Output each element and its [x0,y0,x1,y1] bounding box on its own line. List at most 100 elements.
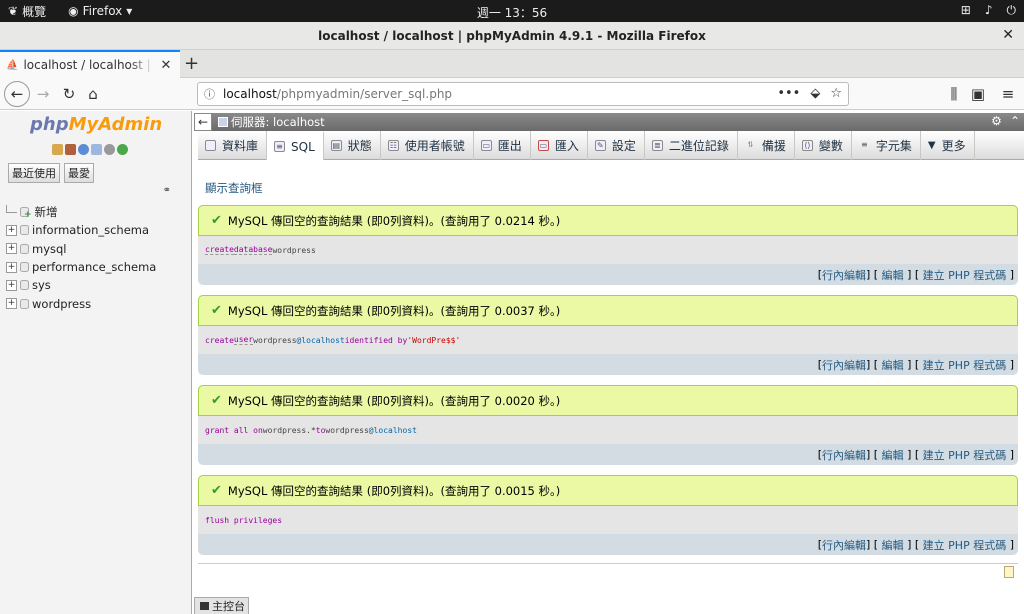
tab-variables[interactable]: ⟨⟩ 變數 [795,131,852,160]
menu-label: 變數 [818,139,843,153]
forward-button[interactable]: → [32,83,54,105]
tree-item-label[interactable]: wordpress [32,297,91,311]
page-notes-icon[interactable] [1004,566,1014,578]
browser-tab[interactable]: ⛵ localhost / localhost | phpMyAdmin 4.9… [0,50,180,78]
tree-item-label[interactable]: sys [32,278,51,292]
binlog-icon: ≣ [651,140,663,151]
logo-myadmin: MyAdmin [68,114,163,135]
tree-item-database[interactable]: + performance_schema [6,258,156,276]
tab-import[interactable]: ▭ 匯入 [531,131,588,160]
success-message: ✔ MySQL 傳回空的查詢結果 (即0列資料)。(查詢用了 0.0214 秒。) [198,205,1018,236]
inline-edit-link[interactable]: 行內編輯 [822,357,866,373]
back-button[interactable]: ← [4,81,30,107]
collapse-all-icon[interactable]: ⌃ [1010,114,1020,128]
help-icon[interactable] [78,144,89,155]
create-php-link[interactable]: 建立 PHP 程式碼 [923,267,1007,283]
edit-link[interactable]: 編輯 [882,357,904,373]
edit-link[interactable]: 編輯 [882,537,904,553]
tree-item-database[interactable]: + mysql [6,240,156,258]
tree-item-label[interactable]: information_schema [32,223,149,237]
tab-user-accounts[interactable]: ☷ 使用者帳號 [381,131,474,160]
menu-label: 二進位記錄 [668,139,729,153]
message-text: MySQL 傳回空的查詢結果 (即0列資料)。(查詢用了 0.0214 秒。) [227,213,561,228]
docs-icon[interactable] [91,144,102,155]
check-icon: ✔ [211,303,222,318]
charset-icon: ≡ [861,140,868,149]
home-icon[interactable] [52,144,63,155]
window-close-button[interactable]: ✕ [1002,27,1014,43]
tab-databases[interactable]: 資料庫 [198,131,268,160]
database-icon [20,298,29,309]
expand-icon[interactable]: + [6,279,17,291]
sql-statement: flush privileges [198,506,1018,534]
url-bar[interactable]: ⓘ localhost/phpmyadmin/server_sql.php ••… [197,82,849,106]
inline-edit-link[interactable]: 行內編輯 [822,537,866,553]
create-php-link[interactable]: 建立 PHP 程式碼 [923,537,1007,553]
sql-statement: create database wordpress [198,236,1018,264]
create-php-link[interactable]: 建立 PHP 程式碼 [923,447,1007,463]
new-tab-button[interactable]: + [184,53,199,74]
tree-item-new[interactable]: + 新增 [6,203,156,221]
expand-icon[interactable]: + [6,298,17,310]
sql-statement: grant all on wordpress.* to wordpress @lo… [198,416,1018,444]
inline-edit-link[interactable]: 行內編輯 [822,267,866,283]
library-icon[interactable]: ⫼ [943,83,965,105]
app-menu-button[interactable]: ◉ Firefox ▾ [68,4,132,18]
tab-settings[interactable]: ✎ 設定 [588,131,645,160]
activities-button[interactable]: ❦ 概覽 [8,3,46,20]
favorite-tables-button[interactable]: 最愛 [64,163,94,183]
message-text: MySQL 傳回空的查詢結果 (即0列資料)。(查詢用了 0.0037 秒。) [227,303,561,318]
tab-more[interactable]: ▼ 更多 [921,131,975,160]
gear-icon[interactable]: ⚙ [991,114,1002,128]
tree-item-database[interactable]: + information_schema [6,221,156,239]
menu-icon[interactable]: ≡ [997,83,1019,105]
collapse-nav-button[interactable]: ← [194,113,212,131]
result-actions: [行內編輯] [ 編輯 ] [ 建立 PHP 程式碼 ] [198,264,1018,285]
tab-status[interactable]: ▤ 狀態 [324,131,381,160]
tree-item-label[interactable]: performance_schema [32,260,156,274]
home-button[interactable]: ⌂ [82,83,104,105]
power-icon: ⏻ [1006,3,1017,17]
pocket-icon[interactable]: ⬙ [810,86,820,101]
tab-replication[interactable]: ⥮ 備援 [738,131,795,160]
database-icon [20,262,29,273]
expand-icon[interactable]: + [6,224,17,236]
tab-close-icon[interactable]: ✕ [160,58,171,73]
logout-icon[interactable] [65,144,76,155]
reload-button[interactable]: ↻ [58,83,80,105]
tree-item-label[interactable]: mysql [32,242,67,256]
tree-item-database[interactable]: + wordpress [6,294,156,312]
edit-link[interactable]: 編輯 [882,267,904,283]
edit-link[interactable]: 編輯 [882,447,904,463]
tab-export[interactable]: ▭ 匯出 [474,131,531,160]
recent-tables-button[interactable]: 最近使用 [8,163,60,183]
clock[interactable]: 週一 13：56 [0,4,1024,21]
tab-charsets[interactable]: ≡ 字元集 [852,131,921,160]
expand-icon[interactable]: + [6,243,17,255]
show-query-box-link[interactable]: 顯示查詢框 [205,180,263,196]
wrench-icon: ✎ [594,140,606,151]
status-icon: ▤ [330,140,342,151]
sidebar-toggle-icon[interactable]: ▣ [967,83,989,105]
tab-binary-log[interactable]: ≣ 二進位記錄 [645,131,738,160]
expand-icon[interactable]: + [6,261,17,273]
page-actions-icon[interactable]: ••• [777,86,800,101]
reload-nav-icon[interactable] [117,144,128,155]
server-link[interactable]: 伺服器: localhost [218,114,325,130]
link-with-main-icon[interactable]: ⚭ [163,185,171,196]
pma-logo[interactable]: phpMyAdmin [30,114,162,135]
tab-sql[interactable]: ≡ SQL [267,131,324,160]
system-tray[interactable]: ⊞ ♪ ⏻ [961,3,1016,18]
app-menu-label: Firefox [82,4,123,18]
tab-title: localhost / localhost | phpMyAdmin 4.9.1… [23,58,155,72]
tab-strip: ⛵ localhost / localhost | phpMyAdmin 4.9… [0,50,1024,78]
inline-edit-link[interactable]: 行內編輯 [822,447,866,463]
console-toggle[interactable]: 主控台 [194,597,249,614]
tree-item-database[interactable]: + sys [6,276,156,294]
bookmark-star-icon[interactable]: ☆ [830,86,842,101]
query-result: ✔ MySQL 傳回空的查詢結果 (即0列資料)。(查詢用了 0.0037 秒。)… [198,295,1018,375]
settings-icon[interactable] [104,144,115,155]
export-icon: ▭ [480,140,492,151]
create-php-link[interactable]: 建立 PHP 程式碼 [923,357,1007,373]
main-menu: 資料庫 ≡ SQL ▤ 狀態 ☷ 使用者帳號 ▭ 匯出 ▭ 匯入 ✎ 設定 ≣ 二進位記錄 ⥮… [198,131,1024,160]
